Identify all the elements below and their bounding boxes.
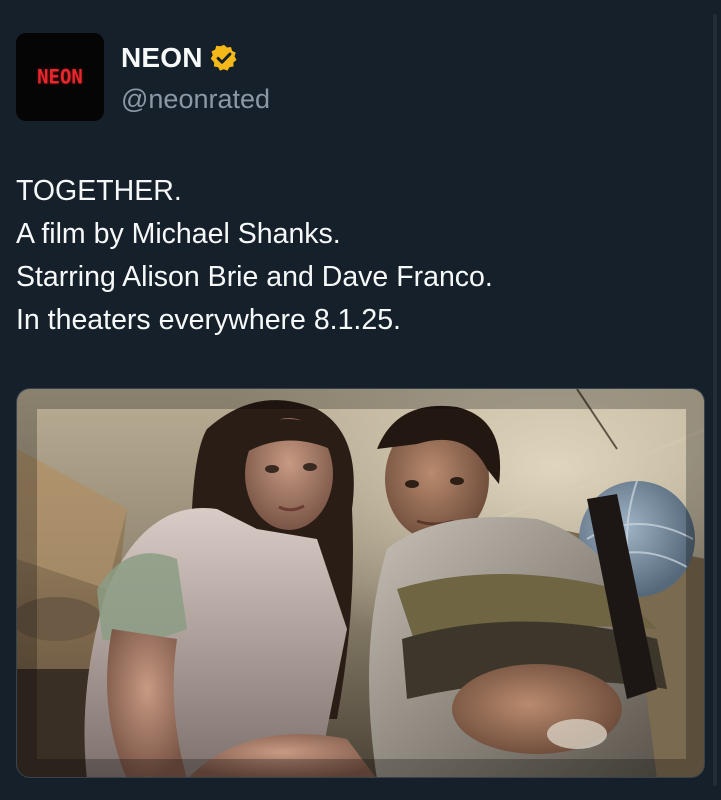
avatar-logo-text: NEON — [37, 65, 83, 89]
film-still-image[interactable] — [16, 388, 705, 778]
verified-badge-icon[interactable] — [209, 43, 239, 73]
tweet-body: TOGETHER. A film by Michael Shanks. Star… — [16, 170, 493, 342]
account-names: NEON @neonrated — [121, 40, 270, 115]
tweet-line: TOGETHER. — [16, 175, 182, 207]
display-name-row[interactable]: NEON — [121, 40, 270, 76]
scrollbar[interactable] — [713, 14, 717, 786]
tweet-view: NEON NEON @neonrated TOGETHER. A film by… — [0, 0, 721, 800]
tweet-line: A film by Michael Shanks. — [16, 218, 341, 250]
avatar[interactable]: NEON — [16, 33, 104, 121]
tweet-line: In theaters everywhere 8.1.25. — [16, 304, 401, 336]
tweet-header: NEON NEON @neonrated — [16, 33, 270, 121]
tweet-line: Starring Alison Brie and Dave Franco. — [16, 261, 493, 293]
user-handle[interactable]: @neonrated — [121, 84, 270, 115]
display-name[interactable]: NEON — [121, 42, 203, 74]
